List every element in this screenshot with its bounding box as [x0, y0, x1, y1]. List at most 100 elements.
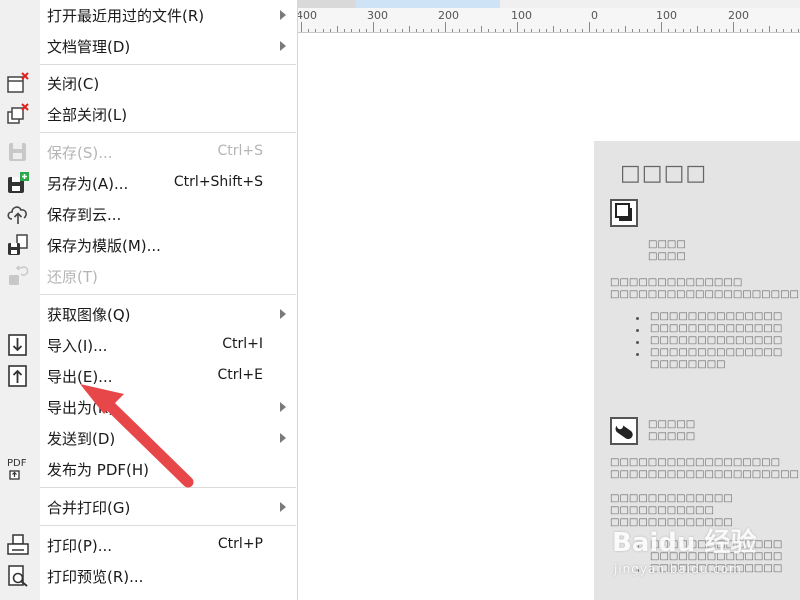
preview-glyph-line: □□□□□□□□□□□□□□□□□□ □□□□□□□□□□□□□□□□□□□□: [610, 457, 799, 480]
ruler-label: 100: [656, 9, 677, 22]
menu-item-save-to-cloud[interactable]: 保存到云...: [0, 199, 297, 229]
print-icon: [6, 534, 30, 556]
menu-item-open-recent[interactable]: 打开最近用过的文件(R): [0, 0, 297, 30]
ruler-tick: [409, 26, 410, 32]
menu-item-label: 还原(T): [47, 268, 98, 286]
menu-item-label: 文档管理(D): [47, 38, 131, 56]
menu-item-close[interactable]: 关闭(C): [0, 68, 297, 98]
ruler-tick: [437, 29, 439, 32]
document-tab-active[interactable]: [356, 0, 500, 8]
ruler-tick: [718, 29, 720, 32]
menu-item-shortcut: Ctrl+E: [217, 367, 264, 383]
menu-item-label: 发布为 PDF(H): [47, 461, 149, 479]
ruler-tick: [380, 29, 382, 32]
menu-separator: [40, 294, 296, 295]
ruler-tick: [653, 29, 655, 32]
menu-separator: [40, 525, 296, 526]
ruler-tick: [632, 29, 634, 32]
menu-separator: [40, 487, 296, 488]
pdf-icon: PDF: [6, 458, 30, 480]
ruler-tick: [589, 22, 590, 32]
menu-item-label: 全部关闭(L): [47, 106, 128, 124]
preview-glyph-line: □□□□□ □□□□□: [648, 419, 696, 442]
print-preview-icon: [6, 565, 30, 587]
menu-item-shortcut: Ctrl+I: [222, 336, 263, 352]
horizontal-ruler[interactable]: 400 300 200 100 0 100 200: [296, 8, 800, 33]
ruler-label: 200: [438, 9, 459, 22]
menu-item-revert[interactable]: 还原(T): [0, 261, 297, 291]
ruler-tick: [466, 29, 468, 32]
ruler-tick: [797, 29, 799, 32]
document-tab-inactive[interactable]: [298, 0, 356, 8]
ruler-tick: [481, 26, 482, 32]
menu-item-export-as[interactable]: 导出为(R): [0, 392, 297, 422]
menu-item-label: 合并打印(G): [47, 499, 131, 517]
ruler-tick: [301, 22, 302, 32]
ruler-tick: [646, 29, 648, 32]
file-menu: 打开最近用过的文件(R) 文档管理(D) 关闭(C) 全部关闭(L) 保存(S)…: [0, 0, 298, 600]
ruler-tick: [387, 29, 389, 32]
layers-icon: [610, 199, 638, 227]
menu-item-import[interactable]: 导入(I)... Ctrl+I: [0, 330, 297, 360]
preview-heading-glyphs: □□□□: [620, 161, 708, 186]
preview-glyph-line: □□□□□□□□□□□□□□ □□□□□□□□□□□□□□□□□□□□: [610, 277, 799, 300]
menu-item-label: 打印预览(R)...: [47, 568, 144, 586]
ruler-tick: [488, 29, 490, 32]
menu-item-document-management[interactable]: 文档管理(D): [0, 31, 297, 61]
ruler-tick: [459, 29, 461, 32]
menu-item-label: 关闭(C): [47, 75, 100, 93]
menu-item-label: 另存为(A)...: [47, 175, 129, 193]
menu-item-label: 打印(P)...: [47, 537, 113, 555]
ruler-tick: [581, 29, 583, 32]
menu-item-save-as[interactable]: 另存为(A)... Ctrl+Shift+S: [0, 168, 297, 198]
page-canvas[interactable]: □□□□ □□□□ □□□□ □□□□□□□□□□□□□□ □□□□□□□□□□□□…: [298, 33, 800, 600]
menu-item-label: 打开最近用过的文件(R): [47, 7, 205, 25]
ruler-tick: [725, 29, 727, 32]
submenu-arrow-icon: [280, 502, 286, 512]
ruler-tick: [315, 29, 317, 32]
ruler-tick: [625, 26, 626, 32]
menu-item-merge-print[interactable]: 合并打印(G): [0, 492, 297, 522]
ruler-tick: [567, 29, 569, 32]
menu-item-export[interactable]: 导出(E)... Ctrl+E: [0, 361, 297, 391]
ruler-tick: [596, 29, 598, 32]
menu-item-publish-pdf[interactable]: PDF 发布为 PDF(H): [0, 454, 297, 484]
menu-item-save[interactable]: 保存(S)... Ctrl+S: [0, 137, 297, 167]
ruler-tick: [574, 29, 576, 32]
menu-item-acquire-image[interactable]: 获取图像(Q): [0, 299, 297, 329]
save-template-icon: [6, 234, 30, 256]
ruler-tick: [639, 29, 641, 32]
ruler-tick: [495, 29, 497, 32]
menu-item-label: 保存(S)...: [47, 144, 113, 162]
submenu-arrow-icon: [280, 41, 286, 51]
ruler-label: 400: [296, 9, 317, 22]
revert-icon: [6, 265, 30, 287]
ruler-tick: [668, 29, 670, 32]
menu-item-label: 导出(E)...: [47, 368, 113, 386]
ruler-tick: [704, 29, 706, 32]
ruler-tick: [538, 29, 540, 32]
menu-item-print[interactable]: 打印(P)... Ctrl+P: [0, 530, 297, 560]
save-as-icon: [6, 172, 30, 194]
ruler-tick: [545, 29, 547, 32]
ruler-tick: [783, 29, 785, 32]
menu-item-close-all[interactable]: 全部关闭(L): [0, 99, 297, 129]
menu-item-label: 发送到(D): [47, 430, 116, 448]
ruler-tick: [524, 29, 526, 32]
import-icon: [6, 334, 30, 356]
menu-item-send-to[interactable]: 发送到(D): [0, 423, 297, 453]
menu-item-print-preview[interactable]: 打印预览(R)...: [0, 561, 297, 591]
bullet: [636, 317, 639, 320]
pill-icon: [610, 417, 638, 445]
ruler-tick: [553, 26, 554, 32]
menu-item-save-as-template[interactable]: 保存为模版(M)...: [0, 230, 297, 260]
ruler-tick: [517, 22, 518, 32]
ruler-tick: [754, 29, 756, 32]
submenu-arrow-icon: [280, 309, 286, 319]
ruler-tick: [610, 29, 612, 32]
ruler-tick: [452, 29, 454, 32]
ruler-tick: [682, 29, 684, 32]
drawing-workspace[interactable]: 400 300 200 100 0 100 200 □□□□ □□□□ □□□□ …: [296, 0, 800, 600]
ruler-tick: [603, 29, 605, 32]
watermark-logo: Baidu 经验: [612, 528, 757, 558]
